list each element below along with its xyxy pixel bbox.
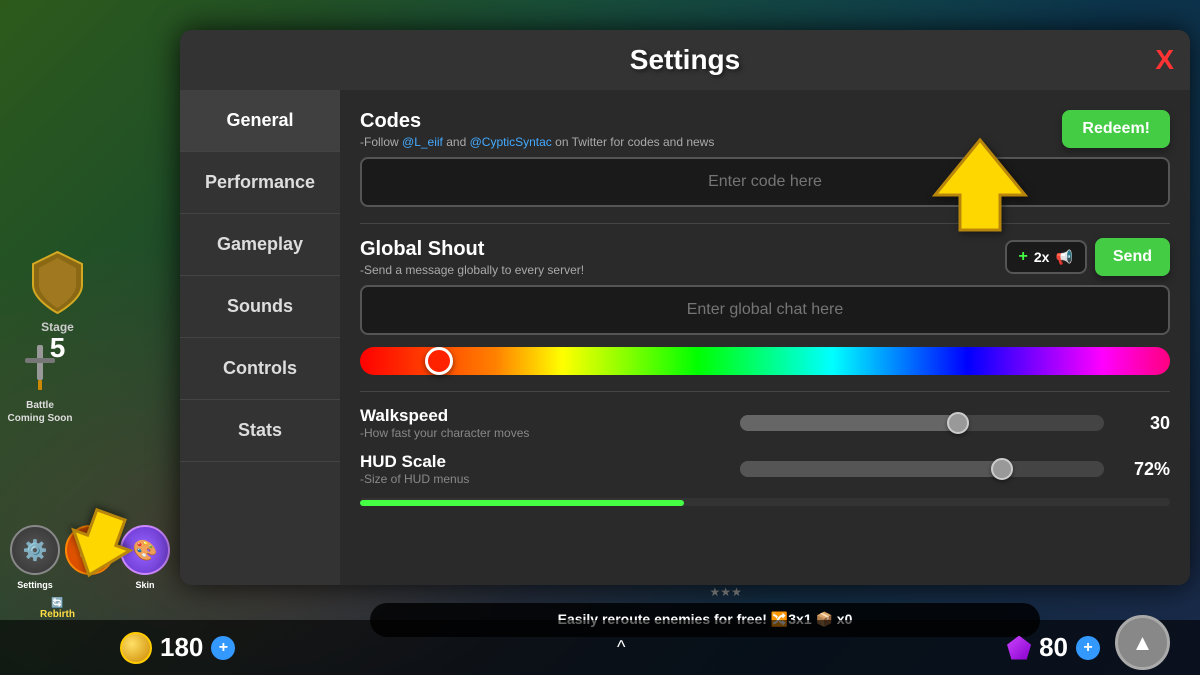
walkspeed-desc: -How fast your character moves	[360, 426, 724, 440]
nav-sidebar: General Performance Gameplay Sounds Cont…	[180, 90, 340, 585]
divider-1	[360, 223, 1170, 224]
bottom-bar: 180 + ^ 80 +	[0, 620, 1200, 675]
nav-item-controls[interactable]: Controls	[180, 338, 340, 400]
settings-modal: Settings X General Performance Gameplay …	[180, 30, 1190, 585]
hud-scale-slider[interactable]	[740, 461, 1104, 477]
up-arrow-button[interactable]: ▲	[1115, 615, 1170, 670]
hud-scale-thumb[interactable]	[991, 458, 1013, 480]
skin-icon-label: Skin	[135, 580, 154, 590]
gems-display: 80 +	[1007, 632, 1100, 663]
walkspeed-value: 30	[1120, 413, 1170, 434]
coins-display: 180 +	[120, 632, 235, 664]
codes-section: Codes -Follow @L_eiif and @CypticSyntac …	[360, 110, 1170, 207]
shout-subtitle: -Send a message globally to every server…	[360, 263, 584, 277]
shout-info: Global Shout -Send a message globally to…	[360, 238, 584, 277]
send-button[interactable]: Send	[1095, 238, 1170, 276]
sword-icon	[15, 340, 65, 395]
nav-item-gameplay[interactable]: Gameplay	[180, 214, 340, 276]
battle-coming-soon: BattleComing Soon	[5, 340, 75, 425]
hud-scale-value: 72%	[1120, 459, 1170, 480]
shout-title: Global Shout	[360, 238, 584, 261]
color-slider-thumb[interactable]	[425, 347, 453, 375]
plus-icon: +	[1019, 248, 1028, 266]
gems-plus-button[interactable]: +	[1076, 636, 1100, 660]
sidebar-icons: ⚙️ Settings 🎁 🎨 Skin	[10, 525, 170, 575]
skin-icon-button[interactable]: 🎨	[120, 525, 170, 575]
codes-subtitle: -Follow @L_eiif and @CypticSyntac on Twi…	[360, 135, 714, 149]
code-input[interactable]	[360, 157, 1170, 207]
nav-item-sounds[interactable]: Sounds	[180, 276, 340, 338]
badge-count: 2x	[1034, 249, 1050, 265]
shout-badge: + 2x 📢	[1005, 240, 1087, 274]
megaphone-icon: 📢	[1055, 249, 1072, 266]
settings-icon-button[interactable]: ⚙️	[10, 525, 60, 575]
walkspeed-slider[interactable]	[740, 415, 1104, 431]
gem-icon	[1007, 636, 1031, 660]
shout-header: Global Shout -Send a message globally to…	[360, 238, 1170, 277]
close-button[interactable]: X	[1155, 46, 1174, 74]
walkspeed-thumb[interactable]	[947, 412, 969, 434]
progress-bar-container	[360, 498, 1170, 506]
codes-title: Codes	[360, 110, 714, 133]
color-slider[interactable]	[360, 347, 1170, 375]
gems-amount: 80	[1039, 632, 1068, 663]
progress-bar	[360, 500, 684, 506]
rebirth-button[interactable]: 🔄Rebirth	[40, 598, 75, 620]
coins-plus-button[interactable]: +	[211, 636, 235, 660]
settings-icon-label: Settings	[17, 580, 53, 590]
modal-title-bar: Settings X	[180, 30, 1190, 90]
divider-2	[360, 391, 1170, 392]
hud-scale-info: HUD Scale -Size of HUD menus	[360, 452, 724, 486]
modal-body: General Performance Gameplay Sounds Cont…	[180, 90, 1190, 585]
global-shout-section: Global Shout -Send a message globally to…	[360, 238, 1170, 375]
hud-scale-fill	[740, 461, 1002, 477]
redeem-button[interactable]: Redeem!	[1062, 110, 1170, 148]
hud-scale-name: HUD Scale	[360, 452, 724, 472]
chat-input[interactable]	[360, 285, 1170, 335]
shield-icon	[30, 250, 85, 315]
hud-scale-row: HUD Scale -Size of HUD menus 72%	[360, 452, 1170, 486]
codes-info: Codes -Follow @L_eiif and @CypticSyntac …	[360, 110, 714, 149]
hud-scale-desc: -Size of HUD menus	[360, 472, 724, 486]
coin-icon	[120, 632, 152, 664]
coins-amount: 180	[160, 632, 203, 663]
twitter1: @L_eiif	[402, 135, 443, 149]
shout-controls: + 2x 📢 Send	[1005, 238, 1170, 276]
modal-content: Codes -Follow @L_eiif and @CypticSyntac …	[340, 90, 1190, 585]
nav-item-performance[interactable]: Performance	[180, 152, 340, 214]
walkspeed-info: Walkspeed -How fast your character moves	[360, 406, 724, 440]
nav-item-stats[interactable]: Stats	[180, 400, 340, 462]
color-slider-container	[360, 347, 1170, 375]
walkspeed-row: Walkspeed -How fast your character moves…	[360, 406, 1170, 440]
nav-item-general[interactable]: General	[180, 90, 340, 152]
codes-header: Codes -Follow @L_eiif and @CypticSyntac …	[360, 110, 1170, 149]
walkspeed-fill	[740, 415, 958, 431]
twitter2: @CypticSyntac	[470, 135, 552, 149]
gift-icon-button[interactable]: 🎁	[65, 525, 115, 575]
stars: ★★★	[709, 585, 742, 599]
walkspeed-name: Walkspeed	[360, 406, 724, 426]
up-chevron: ^	[617, 637, 625, 658]
battle-label: BattleComing Soon	[5, 399, 75, 425]
modal-title: Settings	[200, 44, 1170, 76]
